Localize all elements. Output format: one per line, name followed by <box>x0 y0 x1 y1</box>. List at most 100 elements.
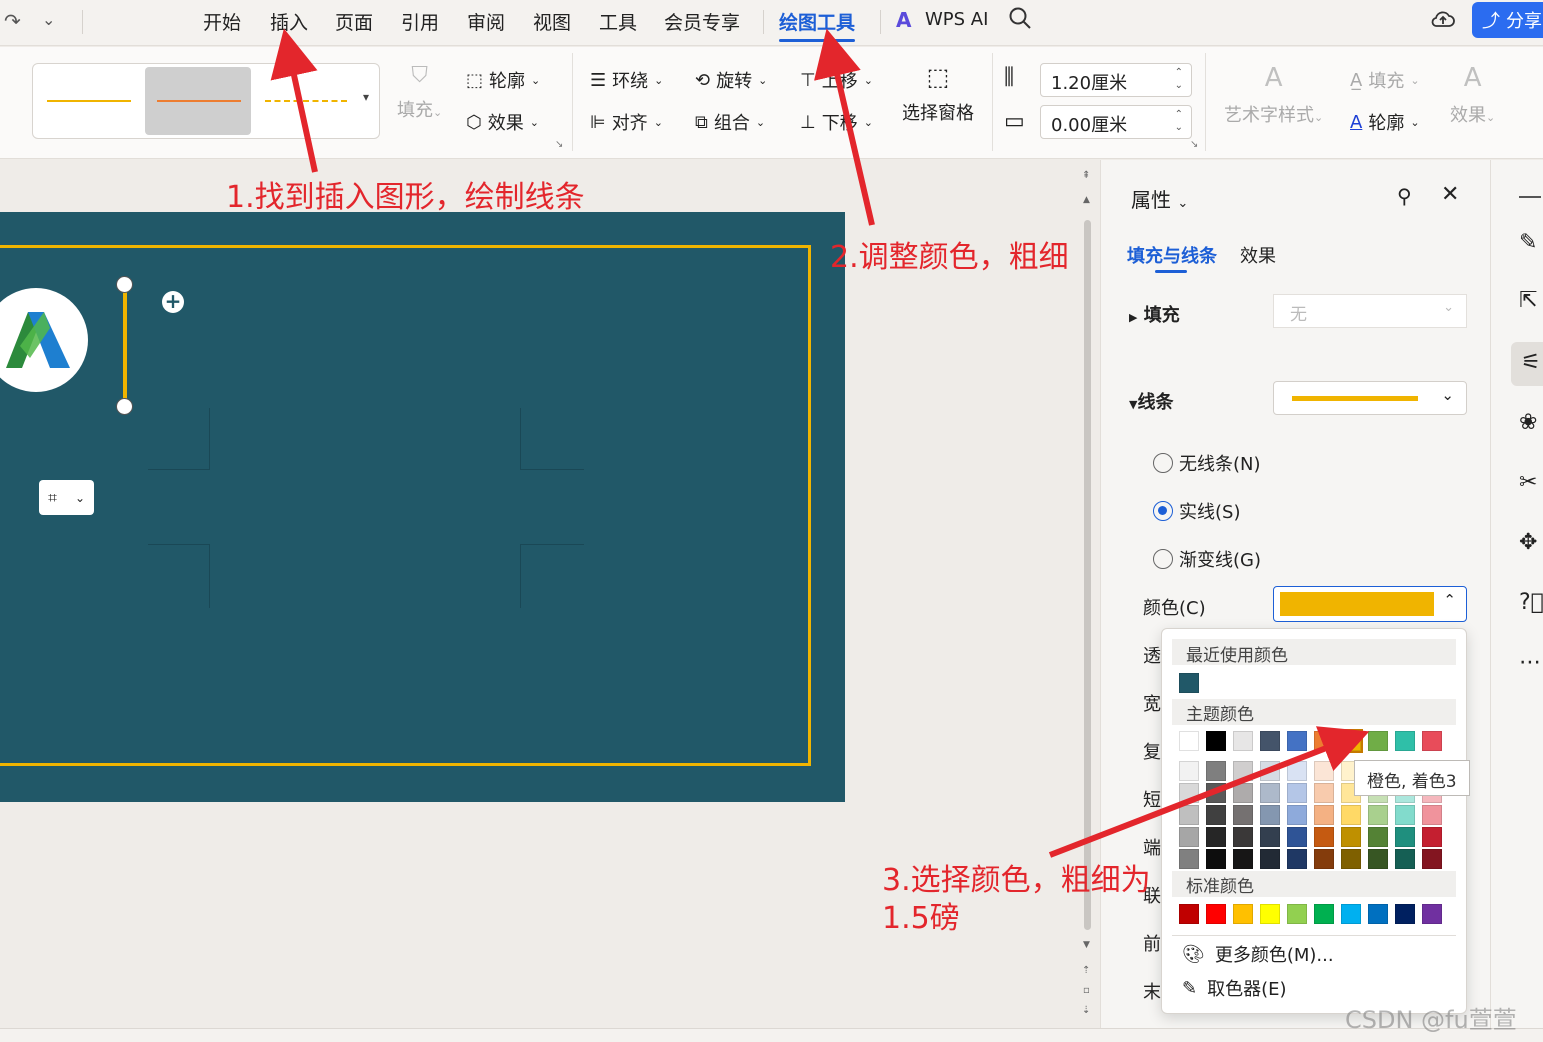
theme-shade-swatch[interactable] <box>1422 849 1442 869</box>
menu-member[interactable]: 会员专享 <box>664 8 740 35</box>
menu-page[interactable]: 页面 <box>335 8 373 35</box>
undo-icon[interactable]: ↷ <box>4 9 21 33</box>
move-down-button[interactable]: ⊥ 下移 ⌄ <box>800 109 873 135</box>
radio-gradient-line[interactable]: 渐变线(G) <box>1153 546 1261 572</box>
line-handle-bottom[interactable] <box>116 398 133 415</box>
tab-effect[interactable]: 效果 <box>1240 242 1276 268</box>
chevron-down-icon[interactable]: ⌄ <box>42 10 55 29</box>
menu-wps-ai[interactable]: WPS AI <box>925 9 988 30</box>
scroll-thumb[interactable] <box>1084 220 1091 930</box>
share-button[interactable]: ⤴ 分享 <box>1472 2 1543 38</box>
standard-color-swatch[interactable] <box>1368 904 1388 924</box>
wrap-button[interactable]: ☰ 环绕 ⌄ <box>590 67 663 93</box>
theme-color-swatch[interactable] <box>1179 731 1199 751</box>
pen-icon[interactable]: ✎ <box>1519 230 1537 255</box>
theme-color-swatch[interactable] <box>1287 731 1307 751</box>
page-dot-icon[interactable]: ▫ <box>1083 985 1090 996</box>
scroll-up-icon[interactable]: ▲ <box>1083 195 1090 205</box>
cloud-upload-icon[interactable] <box>1430 7 1456 35</box>
dialog-launcher-icon[interactable]: ↘ <box>1190 139 1198 150</box>
line-section-header[interactable]: ▼线条 <box>1129 388 1173 414</box>
theme-shade-swatch[interactable] <box>1206 805 1226 825</box>
theme-shade-swatch[interactable] <box>1341 805 1361 825</box>
slide[interactable]: + ⌗ ⌄ <box>0 212 845 802</box>
theme-shade-swatch[interactable] <box>1179 805 1199 825</box>
search-icon[interactable] <box>1008 6 1032 36</box>
standard-color-swatch[interactable] <box>1395 904 1415 924</box>
height-input[interactable]: 1.20厘米 ⌃ ⌄ <box>1040 63 1192 97</box>
outline-button[interactable]: ⬚ 轮廓 ⌄ <box>466 67 540 93</box>
effect-button[interactable]: ⬡ 效果 ⌄ <box>466 109 539 135</box>
move-up-button[interactable]: ⊤ 上移 ⌄ <box>800 67 873 93</box>
theme-shade-swatch[interactable] <box>1260 783 1280 803</box>
line-handle-top[interactable] <box>116 276 133 293</box>
panel-title[interactable]: 属性 ⌄ <box>1131 184 1188 213</box>
menu-insert[interactable]: 插入 <box>270 8 308 35</box>
theme-shade-swatch[interactable] <box>1287 761 1307 781</box>
theme-shade-swatch[interactable] <box>1422 827 1442 847</box>
scroll-down-icon[interactable]: ▼ <box>1083 940 1090 950</box>
add-icon[interactable]: + <box>162 291 184 313</box>
more-colors-item[interactable]: 🎨︎ 更多颜色(M)... <box>1182 941 1334 967</box>
theme-shade-swatch[interactable] <box>1314 805 1334 825</box>
puzzle-icon[interactable]: ✥ <box>1519 530 1537 555</box>
select-pane-button[interactable]: ⬚ 选择窗格 <box>902 63 974 125</box>
theme-shade-swatch[interactable] <box>1287 849 1307 869</box>
theme-color-swatch[interactable] <box>1314 731 1334 751</box>
spinner-icon[interactable]: ⌃ ⌄ <box>1175 108 1183 134</box>
line-style-dashed[interactable] <box>265 100 347 102</box>
theme-shade-swatch[interactable] <box>1179 849 1199 869</box>
color-select[interactable]: ⌃ <box>1273 586 1467 622</box>
standard-color-swatch[interactable] <box>1314 904 1334 924</box>
theme-shade-swatch[interactable] <box>1368 849 1388 869</box>
theme-shade-swatch[interactable] <box>1341 827 1361 847</box>
more-icon[interactable]: ⋯ <box>1519 650 1541 675</box>
theme-shade-swatch[interactable] <box>1287 827 1307 847</box>
theme-color-swatch[interactable] <box>1395 731 1415 751</box>
gallery-more-icon[interactable]: ▾ <box>363 90 369 104</box>
cursor-icon[interactable]: ⇱ <box>1519 288 1537 313</box>
theme-shade-swatch[interactable] <box>1260 849 1280 869</box>
theme-shade-swatch[interactable] <box>1395 827 1415 847</box>
standard-color-swatch[interactable] <box>1179 904 1199 924</box>
pin-icon[interactable]: ⚲ <box>1397 184 1412 208</box>
theme-shade-swatch[interactable] <box>1314 849 1334 869</box>
theme-shade-swatch[interactable] <box>1314 827 1334 847</box>
theme-color-swatch[interactable] <box>1260 731 1280 751</box>
theme-shade-swatch[interactable] <box>1179 761 1199 781</box>
standard-color-swatch[interactable] <box>1287 904 1307 924</box>
radio-solid-line[interactable]: 实线(S) <box>1153 498 1240 524</box>
layout-options-button[interactable]: ⌗ ⌄ <box>39 480 94 515</box>
theme-shade-swatch[interactable] <box>1341 849 1361 869</box>
theme-shade-swatch[interactable] <box>1233 783 1253 803</box>
menu-review[interactable]: 审阅 <box>467 8 505 35</box>
theme-shade-swatch[interactable] <box>1233 849 1253 869</box>
menu-tools[interactable]: 工具 <box>599 8 637 35</box>
help-icon[interactable]: ?⃝ <box>1519 590 1543 615</box>
theme-shade-swatch[interactable] <box>1206 783 1226 803</box>
radio-no-line[interactable]: 无线条(N) <box>1153 450 1261 476</box>
theme-shade-swatch[interactable] <box>1233 805 1253 825</box>
group-button[interactable]: ⧉ 组合 ⌄ <box>695 109 765 135</box>
recent-color-swatch[interactable] <box>1179 673 1199 693</box>
menu-drawing-tools[interactable]: 绘图工具 <box>779 8 856 42</box>
text-outline-button[interactable]: A 轮廓 ⌄ <box>1350 109 1420 135</box>
eyedropper-item[interactable]: ✎ 取色器(E) <box>1182 975 1287 1001</box>
theme-shade-swatch[interactable] <box>1260 761 1280 781</box>
theme-shade-swatch[interactable] <box>1422 805 1442 825</box>
scroll-top-icon[interactable]: ⇞ <box>1082 170 1090 181</box>
theme-color-swatch[interactable] <box>1368 731 1388 751</box>
theme-shade-swatch[interactable] <box>1233 761 1253 781</box>
theme-shade-swatch[interactable] <box>1260 805 1280 825</box>
theme-color-swatch[interactable] <box>1422 731 1442 751</box>
theme-color-swatch[interactable] <box>1206 731 1226 751</box>
theme-color-swatch[interactable] <box>1339 729 1363 753</box>
theme-shade-swatch[interactable] <box>1395 805 1415 825</box>
theme-shade-swatch[interactable] <box>1314 761 1334 781</box>
tab-fill-line[interactable]: 填充与线条 <box>1127 242 1217 268</box>
theme-shade-swatch[interactable] <box>1314 783 1334 803</box>
theme-shade-swatch[interactable] <box>1206 849 1226 869</box>
theme-shade-swatch[interactable] <box>1287 805 1307 825</box>
theme-shade-swatch[interactable] <box>1233 827 1253 847</box>
standard-color-swatch[interactable] <box>1206 904 1226 924</box>
